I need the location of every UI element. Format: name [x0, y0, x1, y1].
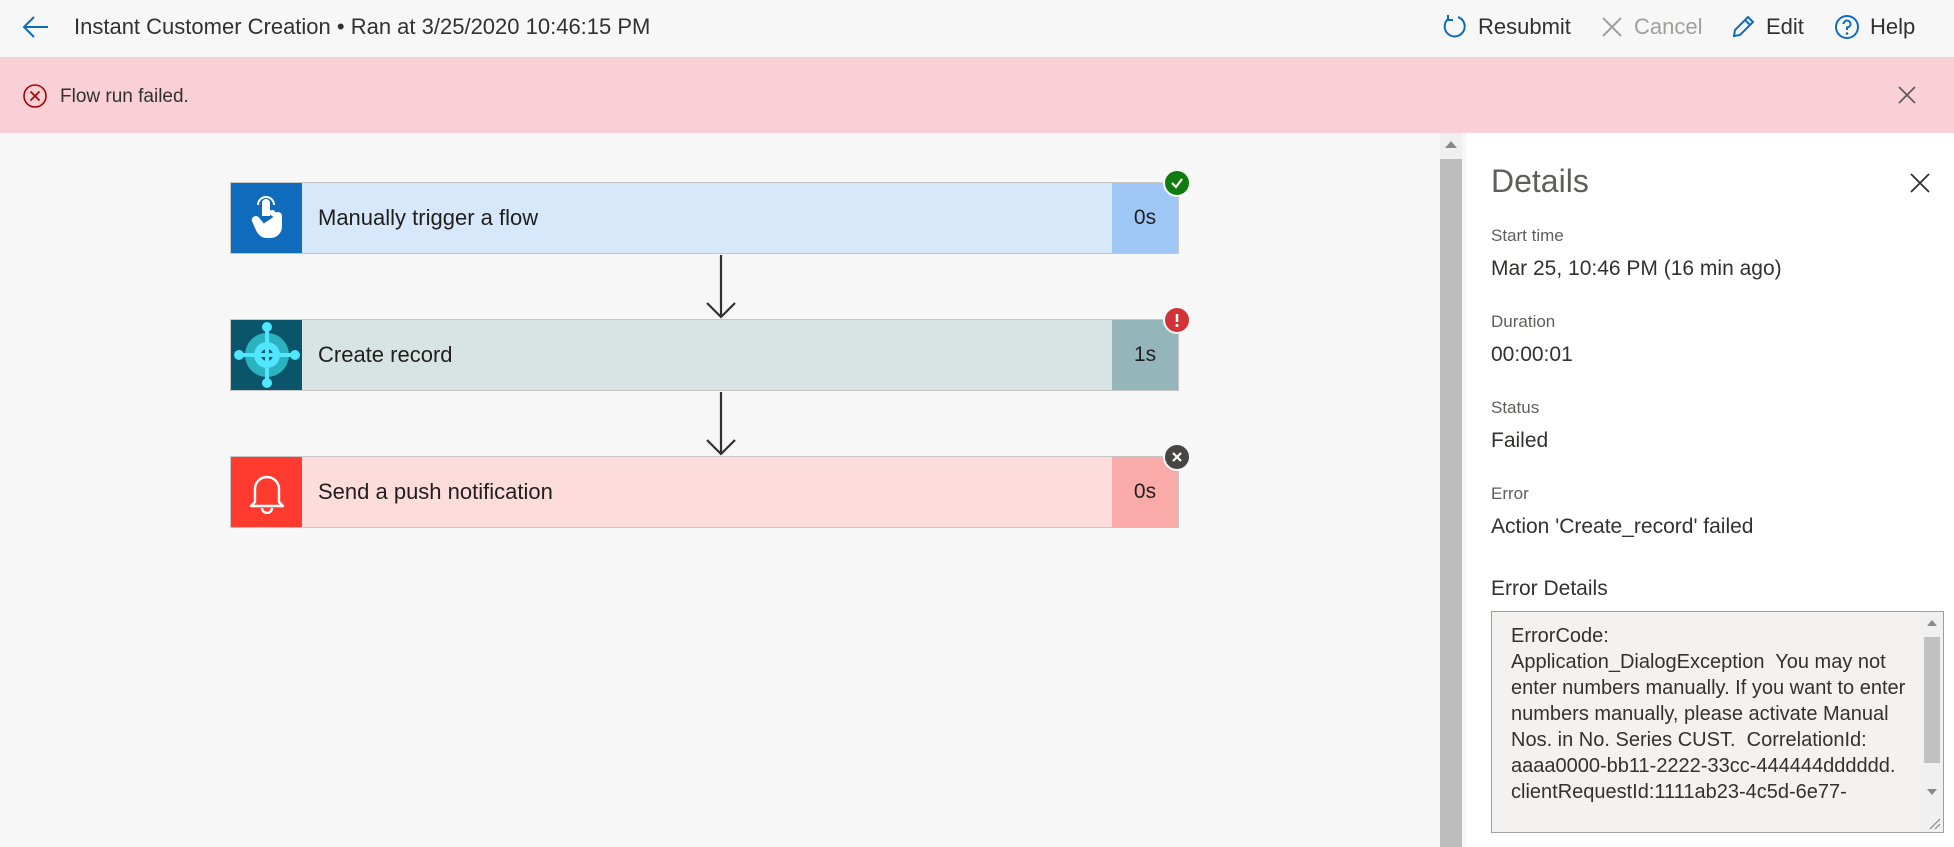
step-icon-box	[231, 457, 302, 527]
error-banner: Flow run failed.	[0, 57, 1954, 133]
error-status-icon	[1163, 306, 1191, 334]
step-icon-box	[231, 183, 302, 253]
close-icon	[1910, 173, 1930, 193]
resize-grip-icon[interactable]	[1927, 816, 1941, 830]
connector-arrow-icon	[706, 392, 736, 456]
error-details-scrollbar[interactable]	[1921, 612, 1943, 832]
business-central-icon	[233, 322, 300, 388]
close-icon	[1898, 86, 1916, 104]
back-button[interactable]	[16, 10, 56, 44]
arrow-left-icon	[22, 16, 48, 38]
duration-label: Duration	[1491, 312, 1556, 331]
duration-value: 00:00:01	[1491, 343, 1573, 366]
resubmit-label: Resubmit	[1478, 14, 1571, 39]
details-close-button[interactable]	[1906, 169, 1934, 197]
help-button[interactable]: Help	[1834, 10, 1915, 44]
scroll-up-icon[interactable]	[1927, 620, 1937, 626]
error-details-text: ErrorCode: Application_DialogException Y…	[1511, 625, 1906, 803]
help-label: Help	[1870, 14, 1916, 39]
error-value: Action 'Create_record' failed	[1491, 515, 1754, 538]
step-label: Manually trigger a flow	[318, 205, 539, 230]
connector-arrow-icon	[706, 255, 736, 319]
banner-message: Flow run failed.	[60, 86, 189, 107]
flow-canvas: Manually trigger a flow 0s Create record…	[0, 133, 1440, 847]
details-title: Details	[1491, 163, 1589, 199]
scroll-down-icon[interactable]	[1927, 789, 1937, 795]
touch-hand-icon	[251, 196, 282, 238]
help-circle-icon	[1835, 15, 1859, 39]
canvas-scrollbar[interactable]	[1440, 133, 1462, 847]
resubmit-button[interactable]: Resubmit	[1440, 10, 1571, 44]
bell-icon	[249, 475, 284, 514]
error-details-textarea[interactable]: ErrorCode: Application_DialogException Y…	[1491, 611, 1944, 833]
start-time-label: Start time	[1491, 226, 1564, 245]
cancel-label: Cancel	[1634, 14, 1703, 39]
start-time-value: Mar 25, 10:46 PM (16 min ago)	[1491, 257, 1782, 280]
refresh-icon	[1443, 15, 1466, 38]
page-title: Instant Customer Creation • Ran at 3/25/…	[74, 14, 651, 39]
step-icon-box	[231, 320, 302, 390]
close-icon	[1602, 17, 1622, 37]
step-send-push-notification[interactable]: Send a push notification 0s	[230, 456, 1179, 528]
scrollbar-thumb[interactable]	[1924, 637, 1940, 763]
error-details-label: Error Details	[1491, 577, 1608, 600]
step-manually-trigger[interactable]: Manually trigger a flow 0s	[230, 182, 1179, 254]
command-bar: Instant Customer Creation • Ran at 3/25/…	[0, 0, 1954, 57]
status-label: Status	[1491, 398, 1540, 417]
details-panel: Details Start time Mar 25, 10:46 PM (16 …	[1466, 133, 1954, 847]
error-label: Error	[1491, 484, 1529, 503]
edit-label: Edit	[1766, 14, 1804, 39]
cancelled-status-icon	[1163, 443, 1191, 471]
banner-close-button[interactable]	[1894, 82, 1920, 108]
cancel-button[interactable]: Cancel	[1600, 10, 1702, 44]
edit-button[interactable]: Edit	[1730, 10, 1804, 44]
pencil-icon	[1732, 15, 1755, 38]
scrollbar-thumb[interactable]	[1440, 159, 1462, 847]
step-label: Send a push notification	[318, 479, 553, 504]
step-label: Create record	[318, 342, 453, 367]
scroll-up-icon[interactable]	[1445, 141, 1457, 148]
error-circle-icon	[23, 84, 47, 108]
success-status-icon	[1163, 169, 1191, 197]
status-value: Failed	[1491, 429, 1549, 452]
step-create-record[interactable]: Create record 1s	[230, 319, 1179, 391]
